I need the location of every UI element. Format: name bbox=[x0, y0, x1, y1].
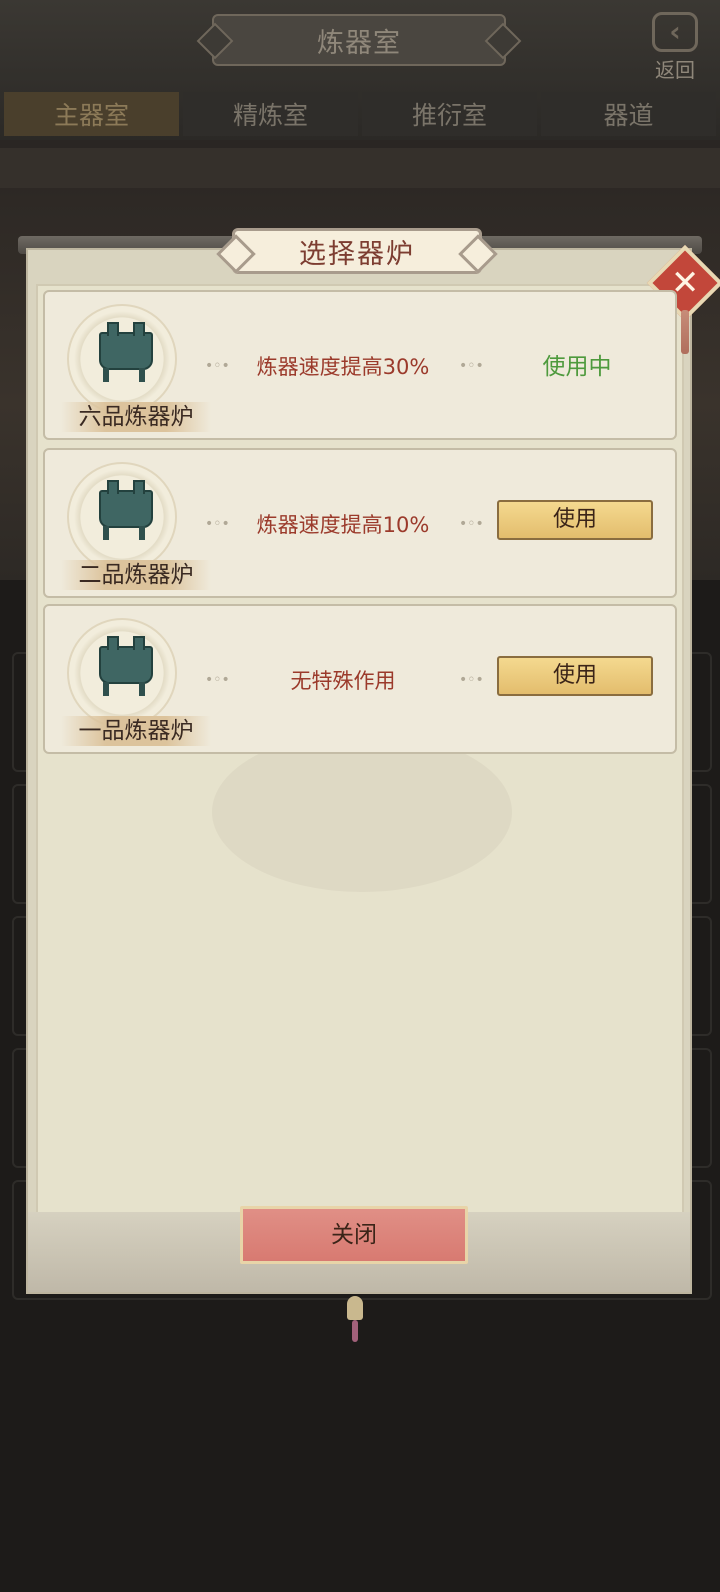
furnace-row: 二品炼器炉 •◦• 炼器速度提高10% •◦• 使用 bbox=[43, 448, 677, 598]
separator-dot-icon: •◦• bbox=[459, 672, 484, 688]
tab-main-room[interactable]: 主器室 bbox=[4, 92, 179, 136]
bell-tassel bbox=[352, 1320, 358, 1342]
cauldron-icon bbox=[99, 322, 153, 370]
furnace-effect: 炼器速度提高10% bbox=[256, 513, 430, 537]
separator-dot-icon: •◦• bbox=[459, 358, 484, 374]
page-title: 炼器室 bbox=[212, 14, 506, 66]
cauldron-icon bbox=[99, 636, 153, 684]
use-furnace-button[interactable]: 使用 bbox=[497, 500, 653, 540]
tab-weapon-dao[interactable]: 器道 bbox=[541, 92, 716, 136]
background-beam bbox=[0, 148, 720, 188]
cauldron-icon bbox=[99, 480, 153, 528]
tassel-decoration bbox=[681, 310, 689, 354]
cauldron-legs bbox=[103, 526, 145, 540]
furnace-name: 二品炼器炉 bbox=[61, 560, 211, 590]
in-use-status: 使用中 bbox=[542, 354, 612, 380]
furnace-row: 一品炼器炉 •◦• 无特殊作用 •◦• 使用 bbox=[43, 604, 677, 754]
close-dialog-button[interactable]: 关闭 bbox=[240, 1206, 468, 1264]
separator-dot-icon: •◦• bbox=[205, 516, 230, 532]
furnace-row: 六品炼器炉 •◦• 炼器速度提高30% •◦• 使用中 bbox=[43, 290, 677, 440]
use-furnace-button[interactable]: 使用 bbox=[497, 656, 653, 696]
tab-bar: 主器室 精炼室 推衍室 器道 bbox=[4, 92, 716, 136]
separator-dot-icon: •◦• bbox=[205, 358, 230, 374]
back-label: 返回 bbox=[655, 58, 695, 82]
bell-icon bbox=[347, 1296, 363, 1320]
back-button[interactable]: ‹ 返回 bbox=[644, 12, 706, 82]
furnace-emblem bbox=[67, 618, 177, 728]
furnace-name: 六品炼器炉 bbox=[61, 402, 211, 432]
separator-dot-icon: •◦• bbox=[205, 672, 230, 688]
tab-refine-room[interactable]: 精炼室 bbox=[183, 92, 358, 136]
furnace-emblem bbox=[67, 462, 177, 572]
dialog-title: 选择器炉 bbox=[232, 228, 482, 274]
separator-dot-icon: •◦• bbox=[459, 516, 484, 532]
furnace-effect: 炼器速度提高30% bbox=[256, 355, 430, 379]
furnace-name: 一品炼器炉 bbox=[61, 716, 211, 746]
back-arrow-icon: ‹ bbox=[652, 12, 698, 52]
furnace-emblem bbox=[67, 304, 177, 414]
tab-derive-room[interactable]: 推衍室 bbox=[362, 92, 537, 136]
cauldron-legs bbox=[103, 682, 145, 696]
cauldron-legs bbox=[103, 368, 145, 382]
furnace-effect: 无特殊作用 bbox=[290, 669, 396, 693]
taiji-watermark bbox=[212, 732, 512, 892]
